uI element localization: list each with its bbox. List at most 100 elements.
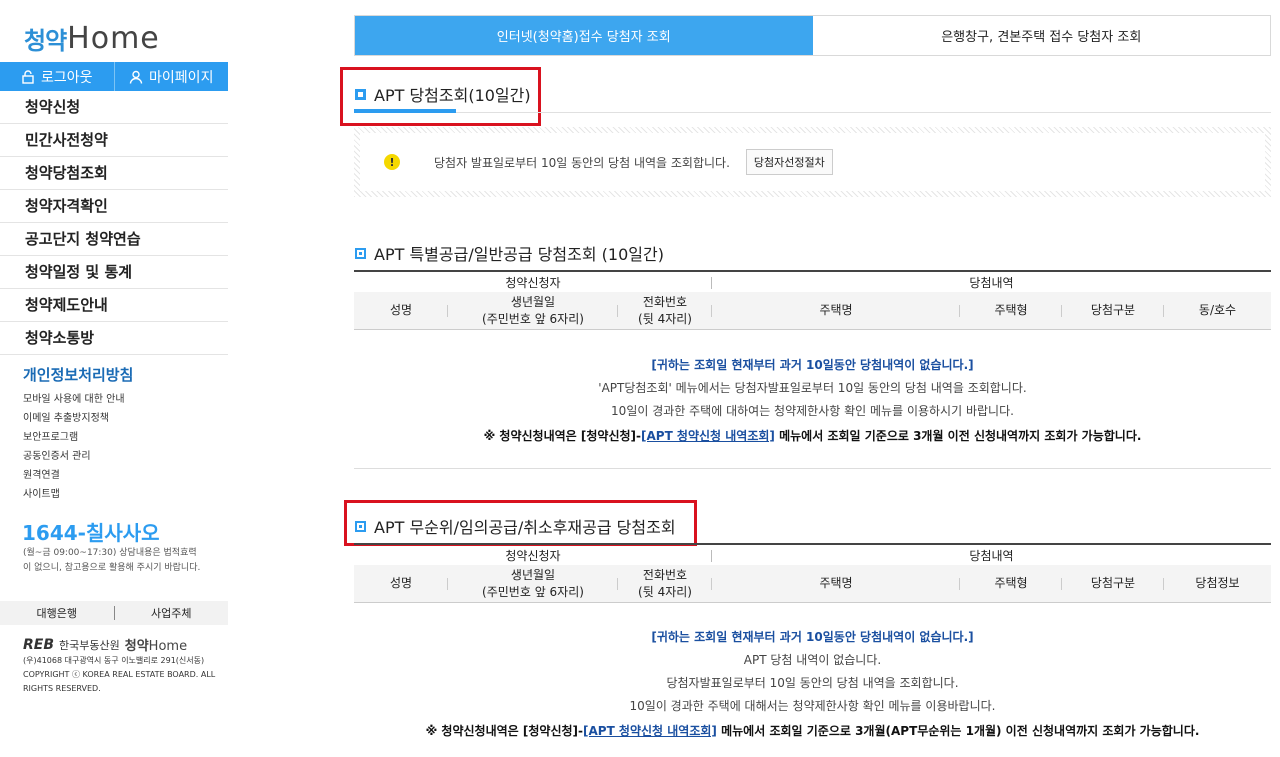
applicant-group-header: 청약신청자 — [354, 545, 712, 565]
col-house-name: 주택명 — [712, 292, 960, 329]
col-win-info: 당첨정보 — [1195, 576, 1240, 590]
sublink-certificate[interactable]: 공동인증서 관리 — [23, 447, 125, 466]
menu-item-apply[interactable]: 청약신청 — [0, 91, 228, 124]
winning-group-header: 당첨내역 — [969, 275, 1014, 290]
business-entity-link[interactable]: 사업주체 — [115, 605, 229, 621]
col-name: 성명 — [354, 292, 448, 329]
title-rule — [354, 112, 1271, 113]
mypage-button[interactable]: 마이페이지 — [113, 62, 229, 91]
sublink-mobile-guide[interactable]: 모바일 사용에 대한 안내 — [23, 390, 125, 409]
info-line-2: 10일이 경과한 주택에 대하여는 청약제한사항 확인 메뉴를 이용하시기 바랍… — [611, 404, 1014, 418]
logo-english: Home — [67, 21, 160, 56]
section-bullet-icon — [355, 88, 366, 100]
winner-selection-button[interactable]: 당첨자선정절차 — [745, 149, 833, 175]
col-house-type: 주택형 — [960, 292, 1062, 329]
section1-heading: APT 당첨조회(10일간) — [355, 82, 531, 106]
logo-korean: 청약 — [24, 27, 67, 55]
notice-box: ! 당첨자 발표일로부터 10일 동안의 당첨 내역을 조회합니다. 당첨자선정… — [354, 127, 1271, 197]
org-name: 한국부동산원 — [59, 638, 120, 652]
table-column-header: 성명 생년월일 (주민번호 앞 6자리) 전화번호 (뒷 4자리) 주택명 주택… — [354, 292, 1271, 330]
sub-links: 모바일 사용에 대한 안내 이메일 추출방지정책 보안프로그램 공동인증서 관리… — [23, 390, 125, 504]
org-home-ko: 청약 — [124, 639, 149, 654]
warning-icon: ! — [384, 154, 400, 170]
lock-icon — [22, 69, 34, 84]
table-column-header: 성명 생년월일 (주민번호 앞 6자리) 전화번호 (뒷 4자리) 주택명 주택… — [354, 565, 1271, 603]
org-address: (우)41068 대구광역시 동구 이노밸리로 291(신서동) — [23, 656, 205, 665]
winning-group-header: 당첨내역 — [969, 548, 1014, 563]
info-line-4-post: 메뉴에서 조회일 기준으로 3개월(APT무순위는 1개월) 이전 신청내역까지… — [716, 724, 1200, 738]
menu-item-communication[interactable]: 청약소통방 — [0, 322, 228, 355]
section1-title: APT 당첨조회(10일간) — [374, 86, 531, 105]
col-house-type: 주택형 — [960, 565, 1062, 602]
menu-item-system-guide[interactable]: 청약제도안내 — [0, 289, 228, 322]
info-line-3-post: 메뉴에서 조회일 기준으로 3개월 이전 신청내역까지 조회가 가능합니다. — [774, 429, 1142, 443]
info-line-3-pre: ※ 청약신청내역은 [청약신청]- — [483, 429, 641, 443]
col-win-type: 당첨구분 — [1062, 292, 1164, 329]
tab-internet-winner[interactable]: 인터넷(청약홈)접수 당첨자 조회 — [355, 16, 813, 55]
logout-label: 로그아웃 — [40, 69, 93, 86]
sublink-security-program[interactable]: 보안프로그램 — [23, 428, 125, 447]
title-underline — [354, 109, 456, 113]
section2-heading: APT 특별공급/일반공급 당첨조회 (10일간) — [355, 241, 664, 265]
table-group-header: 청약신청자 당첨내역 — [354, 270, 1271, 292]
sublink-email-policy[interactable]: 이메일 추출방지정책 — [23, 409, 125, 428]
org-logo: REB 한국부동산원 청약Home — [23, 635, 187, 655]
org-address-block: (우)41068 대구광역시 동구 이노밸리로 291(신서동) COPYRIG… — [23, 654, 223, 696]
col-name: 성명 — [354, 565, 448, 602]
mypage-label: 마이페이지 — [149, 69, 214, 86]
info-line-2: 당첨자발표일로부터 10일 동안의 당첨 내역을 조회합니다. — [666, 676, 959, 690]
section-divider — [354, 468, 1271, 469]
section3-heading: APT 무순위/임의공급/취소후재공급 당첨조회 — [355, 514, 676, 538]
apt-application-history-link[interactable]: [APT 청약신청 내역조회] — [641, 429, 775, 443]
logout-button[interactable]: 로그아웃 — [0, 62, 114, 91]
col-birthdate: 생년월일 (주민번호 앞 6자리) — [448, 565, 618, 602]
menu-item-winner-lookup[interactable]: 청약당첨조회 — [0, 157, 228, 190]
section-bullet-icon — [355, 247, 366, 259]
user-icon — [129, 70, 143, 84]
section2-empty-message: [귀하는 조회일 현재부터 과거 10일동안 당첨내역이 없습니다.] 'APT… — [354, 354, 1271, 449]
site-logo[interactable]: 청약 Home — [24, 16, 160, 56]
auth-bar: 로그아웃 마이페이지 — [0, 62, 228, 91]
lookup-tabs: 인터넷(청약홈)접수 당첨자 조회 은행창구, 견본주택 접수 당첨자 조회 — [354, 15, 1271, 56]
sublink-sitemap[interactable]: 사이트맵 — [23, 485, 125, 504]
menu-item-schedule-stats[interactable]: 청약일정 및 통계 — [0, 256, 228, 289]
applicant-group-header: 청약신청자 — [354, 272, 712, 292]
menu-item-private-pre-subscription[interactable]: 민간사전청약 — [0, 124, 228, 157]
col-phone: 전화번호 (뒷 4자리) — [618, 292, 712, 329]
org-home-en: Home — [148, 639, 188, 654]
info-line-1: APT 당첨 내역이 없습니다. — [743, 653, 882, 667]
section-bullet-icon — [355, 520, 366, 532]
sublink-remote[interactable]: 원격연결 — [23, 466, 125, 485]
main-menu: 청약신청 민간사전청약 청약당첨조회 청약자격확인 공고단지 청약연습 청약일정… — [0, 91, 228, 355]
col-birthdate: 생년월일 (주민번호 앞 6자리) — [448, 292, 618, 329]
call-center-number: 1644-칠사사오 — [22, 521, 160, 545]
sidebar: 청약 Home 로그아웃 마이페이지 청약신청 민간사전청약 청약당첨조회 청약… — [0, 0, 228, 757]
col-win-type: 당첨구분 — [1062, 565, 1164, 602]
info-line-4: ※ 청약신청내역은 [청약신청]-[APT 청약신청 내역조회] 메뉴에서 조회… — [354, 718, 1271, 744]
info-line-1: 'APT당첨조회' 메뉴에서는 당첨자발표일로부터 10일 동안의 당첨 내역을… — [598, 381, 1027, 395]
reb-mark: REB — [23, 636, 55, 653]
info-line-3: ※ 청약신청내역은 [청약신청]-[APT 청약신청 내역조회] 메뉴에서 조회… — [354, 423, 1271, 449]
section3-title: APT 무순위/임의공급/취소후재공급 당첨조회 — [374, 518, 676, 537]
org-home-logo: 청약Home — [125, 635, 187, 654]
col-phone: 전화번호 (뒷 4자리) — [618, 565, 712, 602]
col-unit: 동/호수 — [1198, 303, 1237, 317]
notice-text: 당첨자 발표일로부터 10일 동안의 당첨 내역을 조회합니다. — [434, 155, 730, 170]
menu-item-practice[interactable]: 공고단지 청약연습 — [0, 223, 228, 256]
col-house-name: 주택명 — [712, 565, 960, 602]
org-copyright: COPYRIGHT ⓒ KOREA REAL ESTATE BOARD. ALL… — [23, 670, 216, 693]
section2-title: APT 특별공급/일반공급 당첨조회 (10일간) — [374, 245, 664, 264]
no-result-message: [귀하는 조회일 현재부터 과거 10일동안 당첨내역이 없습니다.] — [651, 358, 974, 372]
agent-bank-link[interactable]: 대행은행 — [0, 605, 114, 621]
call-center-note: (월~금 09:00~17:30) 상담내용은 법적효력이 없으니, 참고용으로… — [23, 548, 201, 573]
no-result-message: [귀하는 조회일 현재부터 과거 10일동안 당첨내역이 없습니다.] — [651, 630, 974, 644]
apt-application-history-link[interactable]: [APT 청약신청 내역조회] — [583, 724, 717, 738]
footer-links: 대행은행 사업주체 — [0, 601, 228, 625]
tab-bank-winner[interactable]: 은행창구, 견본주택 접수 당첨자 조회 — [812, 16, 1270, 55]
menu-item-eligibility-check[interactable]: 청약자격확인 — [0, 190, 228, 223]
privacy-policy-link[interactable]: 개인정보처리방침 — [23, 364, 133, 385]
table-group-header: 청약신청자 당첨내역 — [354, 543, 1271, 565]
info-line-3: 10일이 경과한 주택에 대해서는 청약제한사항 확인 메뉴를 이용바랍니다. — [629, 699, 996, 713]
section3-empty-message: [귀하는 조회일 현재부터 과거 10일동안 당첨내역이 없습니다.] APT … — [354, 626, 1271, 744]
notice-inner: ! 당첨자 발표일로부터 10일 동안의 당첨 내역을 조회합니다. 당첨자선정… — [360, 133, 1265, 191]
